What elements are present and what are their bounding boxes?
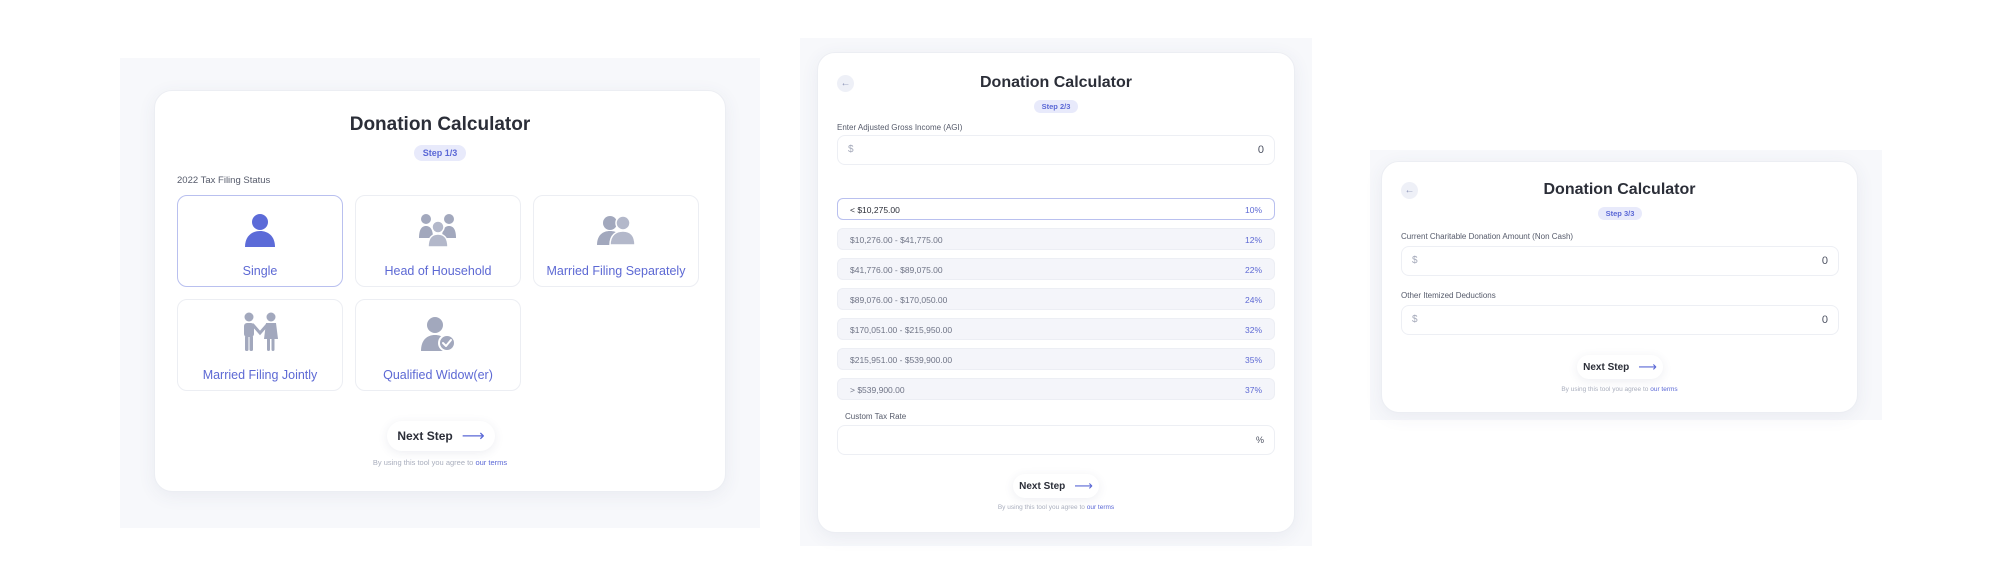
option-qualified-widower[interactable]: Qualified Widow(er): [355, 299, 521, 391]
arrow-right-icon: ⟶: [1074, 478, 1093, 493]
option-head-of-household[interactable]: Head of Household: [355, 195, 521, 287]
tax-bracket-option[interactable]: $10,276.00 - $41,775.00 12%: [837, 228, 1275, 250]
two-people-icon: [534, 212, 698, 248]
next-step-button[interactable]: Next Step ⟶: [1013, 474, 1099, 498]
step-badge: Step 3/3: [1598, 207, 1642, 220]
terms-link[interactable]: our terms: [475, 458, 507, 467]
currency-prefix: $: [1412, 255, 1418, 266]
step2-card: ← Donation Calculator Step 2/3 Enter Adj…: [817, 52, 1295, 533]
tax-bracket-option[interactable]: $41,776.00 - $89,075.00 22%: [837, 258, 1275, 280]
currency-prefix: $: [848, 144, 854, 155]
terms-link[interactable]: our terms: [1650, 386, 1677, 393]
custom-rate-label: Custom Tax Rate: [845, 412, 907, 421]
option-label: Head of Household: [384, 264, 492, 278]
arrow-right-icon: ⟶: [1638, 359, 1657, 374]
percent-suffix: %: [1255, 435, 1264, 445]
donation-amount-label: Current Charitable Donation Amount (Non …: [1401, 232, 1574, 241]
household-group-icon: [356, 212, 520, 248]
tax-bracket-option[interactable]: < $10,275.00 10%: [837, 198, 1275, 220]
step1-card: Donation Calculator Step 1/3 2022 Tax Fi…: [154, 90, 726, 492]
itemized-deductions-input[interactable]: $ 0: [1401, 305, 1839, 335]
filing-status-label: 2022 Tax Filing Status: [177, 175, 271, 186]
next-step-button[interactable]: Next Step ⟶: [1577, 355, 1663, 379]
donation-amount-input[interactable]: $ 0: [1401, 246, 1839, 276]
step-badge: Step 1/3: [414, 145, 466, 161]
tax-bracket-option[interactable]: $89,076.00 - $170,050.00 24%: [837, 288, 1275, 310]
agi-label: Enter Adjusted Gross Income (AGI): [837, 123, 963, 132]
couple-holding-hands-icon: [178, 312, 342, 352]
terms-notice: By using this tool you agree to our term…: [372, 458, 508, 467]
terms-notice: By using this tool you agree to our term…: [997, 504, 1115, 511]
option-single[interactable]: Single: [177, 195, 343, 287]
person-check-icon: [356, 316, 520, 352]
terms-notice: By using this tool you agree to our term…: [1561, 386, 1678, 393]
next-step-label: Next Step: [1019, 480, 1066, 492]
arrow-right-icon: ⟶: [461, 428, 485, 445]
option-label: Married Filing Separately: [546, 264, 686, 278]
option-label: Married Filing Jointly: [202, 368, 318, 382]
tax-bracket-option[interactable]: $215,951.00 - $539,900.00 35%: [837, 348, 1275, 370]
next-step-label: Next Step: [1583, 361, 1630, 373]
option-label: Single: [242, 264, 278, 278]
agi-value: 0: [1257, 144, 1264, 156]
option-label: Qualified Widow(er): [383, 368, 493, 382]
single-person-icon: [178, 212, 342, 248]
itemized-deductions-label: Other Itemized Deductions: [1401, 291, 1496, 300]
next-step-label: Next Step: [397, 429, 453, 443]
page-title: Donation Calculator: [979, 74, 1132, 91]
currency-prefix: $: [1412, 314, 1418, 325]
option-married-filing-jointly[interactable]: Married Filing Jointly: [177, 299, 343, 391]
terms-link[interactable]: our terms: [1087, 504, 1114, 511]
itemized-deductions-value: 0: [1821, 314, 1828, 326]
tax-bracket-option[interactable]: $170,051.00 - $215,950.00 32%: [837, 318, 1275, 340]
agi-input[interactable]: $ 0: [837, 135, 1275, 165]
step-badge: Step 2/3: [1034, 100, 1078, 113]
donation-amount-value: 0: [1821, 255, 1828, 267]
page-title: Donation Calculator: [1543, 181, 1696, 198]
page-title: Donation Calculator: [349, 114, 531, 135]
next-step-button[interactable]: Next Step ⟶: [387, 421, 495, 451]
step3-card: ← Donation Calculator Step 3/3 Current C…: [1381, 161, 1858, 413]
tax-bracket-option[interactable]: > $539,900.00 37%: [837, 378, 1275, 400]
option-married-filing-separately[interactable]: Married Filing Separately: [533, 195, 699, 287]
custom-rate-input[interactable]: %: [837, 425, 1275, 455]
